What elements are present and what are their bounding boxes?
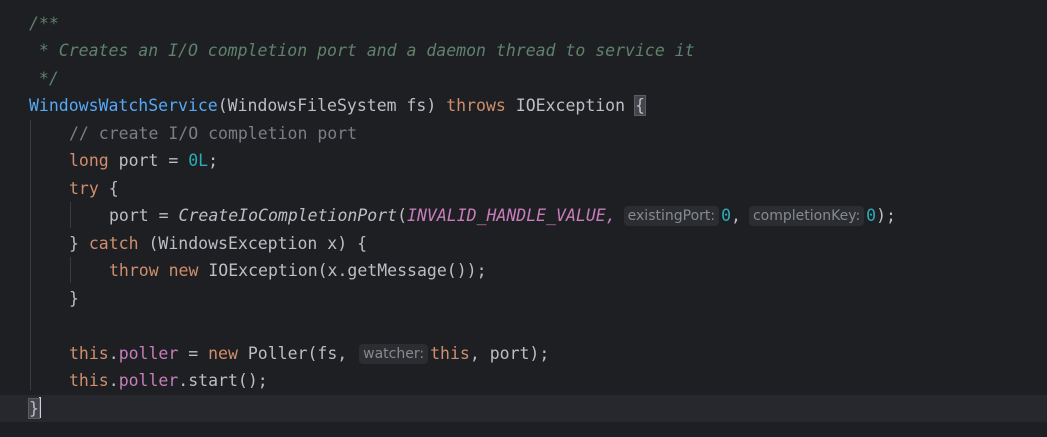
catch-keyword: catch <box>88 234 139 253</box>
poller-start-call: this.poller.start(); <box>69 367 268 394</box>
line-comment: // create I/O completion port <box>69 124 358 143</box>
port-assign: port = <box>109 206 179 225</box>
code-line[interactable]: throw new IOException(x.getMessage()); <box>0 257 1047 284</box>
code-line-empty[interactable] <box>0 312 1047 339</box>
try-keyword: try <box>69 179 99 198</box>
parameter-hint-existing-port: existingPort: <box>623 206 720 226</box>
dot: . <box>108 344 119 363</box>
port-decl-text: port = <box>108 151 189 170</box>
this-keyword: this <box>69 344 109 363</box>
throw-keyword: throw <box>109 261 159 280</box>
code-line[interactable]: // create I/O completion port <box>0 120 1047 147</box>
constructor-name[interactable]: WindowsWatchService <box>29 96 218 115</box>
code-editor[interactable]: /** * Creates an I/O completion port and… <box>0 0 1047 437</box>
code-line[interactable]: */ <box>0 65 1047 92</box>
throw-statement: throw new IOException(x.getMessage()); <box>109 257 487 284</box>
long-keyword: long <box>69 151 109 170</box>
call-end: ); <box>876 206 896 225</box>
code-line[interactable]: } catch (WindowsException x) { <box>0 230 1047 257</box>
code-line[interactable]: try { <box>0 175 1047 202</box>
number-literal: 0L <box>188 151 209 170</box>
matched-close-brace: } <box>28 398 40 419</box>
code-line[interactable]: * Creates an I/O completion port and a d… <box>0 37 1047 64</box>
code-line[interactable]: port = CreateIoCompletionPort(INVALID_HA… <box>0 202 1047 229</box>
exception-type[interactable]: IOException <box>506 96 635 115</box>
port-declaration: long port = 0L; <box>69 147 218 174</box>
catch-close-brace: } <box>69 234 89 253</box>
throws-keyword: throws <box>446 96 506 115</box>
constructor-params: (WindowsFileSystem fs) <box>217 96 447 115</box>
try-statement: try { <box>69 175 119 202</box>
poller-field[interactable]: poller <box>119 371 179 390</box>
code-line[interactable]: this.poller.start(); <box>0 367 1047 394</box>
semicolon: ; <box>208 151 219 170</box>
code-line[interactable]: this.poller = new Poller(fs, watcher: thi… <box>0 340 1047 367</box>
doc-comment-text: * Creates an I/O completion port and a d… <box>29 41 695 60</box>
assign-operator: = <box>178 344 209 363</box>
new-keyword: new <box>208 344 238 363</box>
doc-comment-open: /** <box>29 14 59 33</box>
try-brace: { <box>98 179 119 198</box>
this-keyword: this <box>69 371 109 390</box>
close-brace: } <box>69 289 79 308</box>
number-literal: 0 <box>721 206 732 225</box>
poller-call-end: , port); <box>469 344 550 363</box>
this-argument: this <box>430 344 470 363</box>
current-line-highlight[interactable]: } <box>0 395 1047 422</box>
parameter-hint-completion-key: completionKey: <box>748 206 865 226</box>
closing-brace-line: } <box>28 395 41 422</box>
text-caret <box>38 397 41 418</box>
comma: , <box>605 206 616 225</box>
start-method-call: .start(); <box>178 371 268 390</box>
code-line[interactable]: } <box>0 285 1047 312</box>
code-line[interactable]: /** <box>0 10 1047 37</box>
throw-expression: IOException(x.getMessage()); <box>198 261 487 280</box>
parameter-hint-watcher: watcher: <box>359 344 429 364</box>
poller-field[interactable]: poller <box>119 344 179 363</box>
code-line[interactable]: WindowsWatchService(WindowsFileSystem fs… <box>0 92 1047 119</box>
doc-comment-close: */ <box>29 69 59 88</box>
catch-params: (WindowsException x) { <box>138 234 368 253</box>
constructor-signature: WindowsWatchService(WindowsFileSystem fs… <box>29 92 646 119</box>
dot: . <box>108 371 119 390</box>
poller-constructor-call: Poller(fs, <box>237 344 358 363</box>
paren-open: ( <box>397 206 408 225</box>
create-io-completion-port-call[interactable]: CreateIoCompletionPort <box>179 206 398 225</box>
new-keyword: new <box>168 261 199 280</box>
poller-assignment: this.poller = new Poller(fs, watcher: thi… <box>69 340 549 367</box>
number-literal: 0 <box>866 206 877 225</box>
invalid-handle-constant[interactable]: INVALID_HANDLE_VALUE <box>407 206 606 225</box>
catch-clause: } catch (WindowsException x) { <box>69 230 367 257</box>
code-line[interactable]: long port = 0L; <box>0 147 1047 174</box>
comma: , <box>731 206 741 225</box>
create-port-call: port = CreateIoCompletionPort(INVALID_HA… <box>109 202 896 229</box>
matched-open-brace: { <box>633 95 646 116</box>
